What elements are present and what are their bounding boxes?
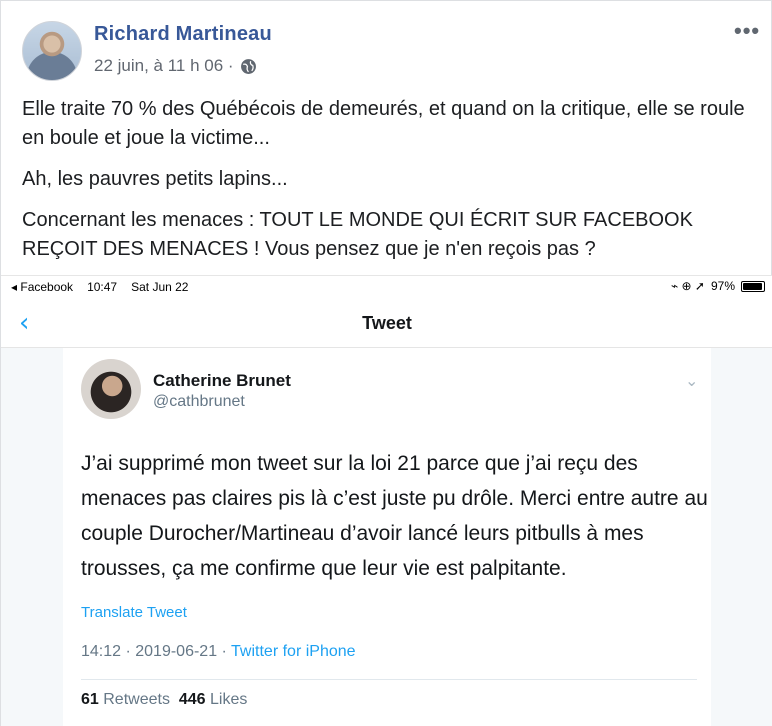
- tweet-nav-bar: ‹ Tweet: [1, 298, 772, 348]
- more-options-icon[interactable]: •••: [734, 20, 760, 42]
- divider: [81, 679, 697, 680]
- post-timestamp[interactable]: 22 juin, à 11 h 06 ·: [94, 56, 234, 76]
- chevron-down-icon: ⌄: [685, 371, 699, 390]
- tweet-meta: 14:12 · 2019-06-21 · Twitter for iPhone: [81, 643, 356, 661]
- ios-status-bar: ◂ Facebook 10:47 Sat Jun 22 ⌁ ⊕ ➚ 97%: [1, 276, 772, 298]
- facebook-post: Richard Martineau 22 juin, à 11 h 06 · •…: [0, 0, 772, 726]
- tweet-author-handle: @cathbrunet: [153, 393, 245, 410]
- status-date: Sat Jun 22: [131, 280, 189, 294]
- globe-icon: [240, 58, 256, 74]
- like-count: 446: [178, 691, 206, 708]
- tweet-body: J’ai supprimé mon tweet sur la loi 21 pa…: [81, 452, 708, 580]
- tweet-source: Twitter for iPhone: [231, 643, 356, 660]
- tweet-author-avatar: [81, 359, 141, 419]
- translate-tweet-link: Translate Tweet: [81, 604, 187, 621]
- retweet-label: Retweets: [103, 691, 170, 708]
- battery-percent: 97%: [710, 279, 735, 293]
- status-app-back: ◂ Facebook: [11, 280, 74, 294]
- post-meta: 22 juin, à 11 h 06 ·: [94, 56, 257, 76]
- tweet-stats: 61 Retweets 446 Likes: [81, 691, 247, 709]
- status-time: 10:47: [87, 280, 118, 294]
- post-text: Elle traite 70 % des Québécois de demeur…: [22, 95, 762, 276]
- retweet-count: 61: [81, 691, 99, 708]
- author-avatar[interactable]: [22, 21, 82, 81]
- post-paragraph: Elle traite 70 % des Québécois de demeur…: [22, 98, 745, 149]
- wifi-icon: ⌁ ⊕ ➚: [670, 279, 705, 293]
- like-label: Likes: [210, 691, 248, 708]
- tweet-time-date: 14:12 · 2019-06-21 ·: [81, 643, 232, 660]
- nav-title: Tweet: [362, 313, 412, 333]
- post-paragraph: Concernant les menaces : TOUT LE MONDE Q…: [22, 209, 693, 260]
- tweet-author-name: Catherine Brunet: [153, 371, 291, 390]
- author-name[interactable]: Richard Martineau: [94, 23, 272, 46]
- battery-icon: [741, 280, 765, 292]
- post-paragraph: Ah, les pauvres petits lapins...: [22, 168, 288, 190]
